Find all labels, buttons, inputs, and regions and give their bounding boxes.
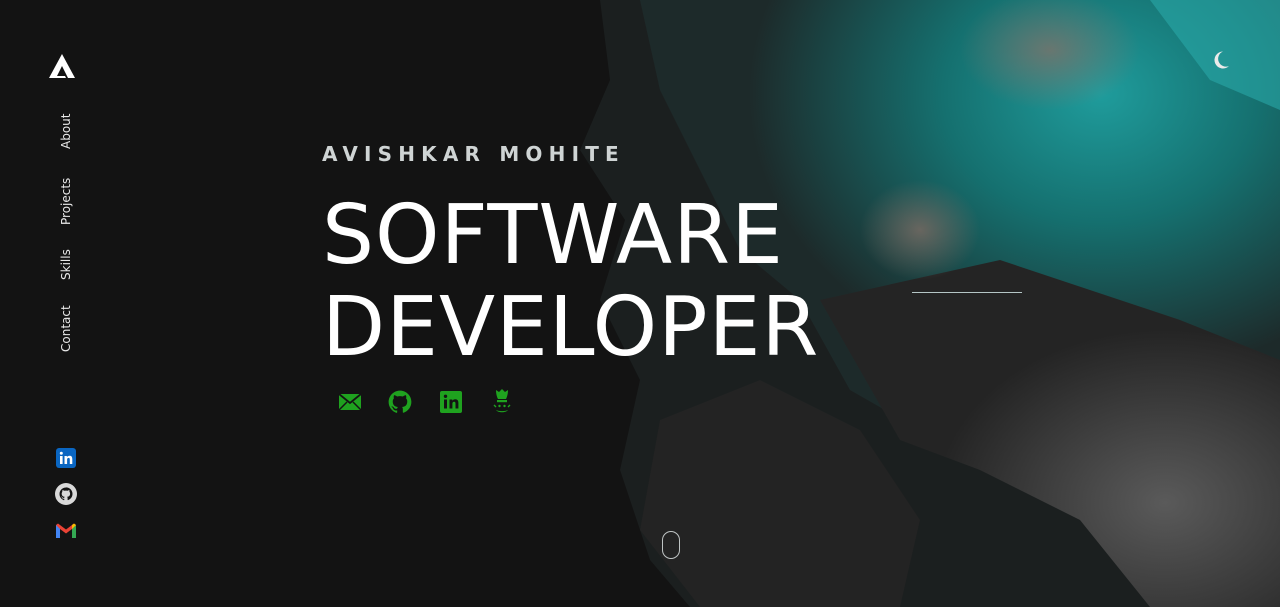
page: About Projects Skills Contact AVISHKAR M… [0, 0, 1280, 607]
mail-icon[interactable] [336, 386, 364, 418]
github-icon[interactable] [386, 386, 414, 418]
mouse-scroll-icon[interactable] [662, 531, 680, 559]
accent-divider [912, 292, 1022, 293]
linkedin-icon[interactable] [54, 446, 78, 470]
developer-name: AVISHKAR MOHITE [322, 142, 625, 166]
side-nav: About Projects Skills Contact [52, 100, 80, 370]
nav-link-skills[interactable]: Skills [52, 240, 80, 290]
hero-title-line-2: DEVELOPER [322, 280, 820, 375]
gmail-icon[interactable] [54, 518, 78, 542]
hero-title: SOFTWARE DEVELOPER [322, 190, 819, 374]
nav-link-projects[interactable]: Projects [52, 170, 80, 232]
nav-link-contact[interactable]: Contact [52, 296, 80, 362]
brand-logo-icon[interactable] [48, 52, 76, 80]
codechef-icon[interactable] [488, 386, 516, 418]
linkedin-icon[interactable] [437, 386, 465, 418]
hero-title-line-1: SOFTWARE [322, 188, 784, 283]
github-icon[interactable] [54, 482, 78, 506]
moon-icon[interactable] [1208, 48, 1232, 72]
nav-link-about[interactable]: About [52, 100, 80, 162]
